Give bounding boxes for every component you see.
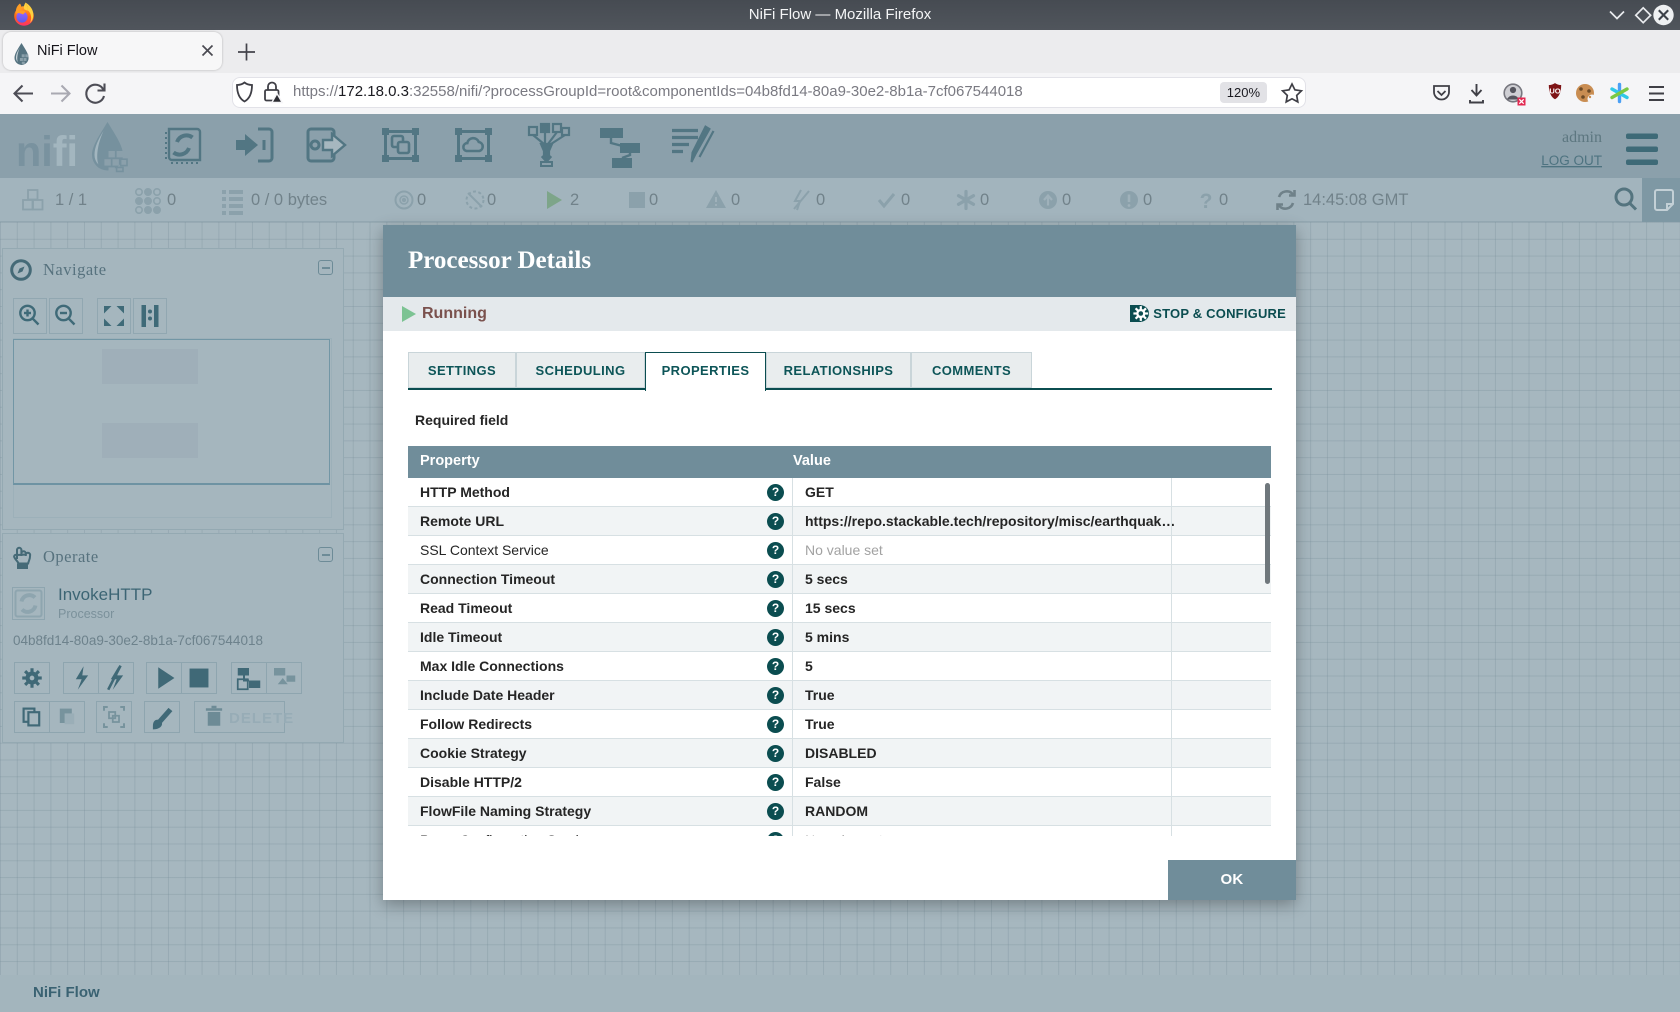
svg-text:DELETE: DELETE	[229, 710, 294, 727]
svg-text:?: ?	[1200, 190, 1213, 213]
svg-text:nifi: nifi	[16, 128, 78, 176]
svg-text:UO: UO	[1549, 87, 1560, 96]
svg-text:LOG OUT: LOG OUT	[1541, 153, 1602, 168]
svg-text:admin: admin	[1562, 129, 1602, 146]
